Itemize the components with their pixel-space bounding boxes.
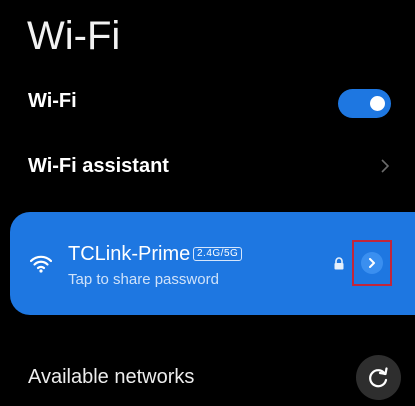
- network-details-button[interactable]: [352, 240, 392, 286]
- wifi-label: Wi-Fi: [28, 90, 77, 112]
- wifi-assistant-label: Wi-Fi assistant: [28, 155, 169, 177]
- refresh-icon: [369, 367, 388, 388]
- network-name: TCLink-Prime: [68, 243, 191, 265]
- connected-network-card[interactable]: TCLink-Prime 2.4G/5G Tap to share passwo…: [10, 212, 415, 315]
- toggle-knob: [370, 96, 385, 111]
- wifi-toggle[interactable]: [338, 89, 391, 118]
- details-circle: [361, 252, 383, 274]
- chevron-right-icon: [381, 159, 390, 173]
- refresh-button[interactable]: [356, 355, 401, 400]
- available-networks-title: Available networks: [28, 366, 195, 388]
- band-badge: 2.4G/5G: [193, 247, 243, 261]
- wifi-signal-icon: [30, 255, 52, 273]
- chevron-right-icon: [369, 258, 375, 268]
- network-subtitle: Tap to share password: [68, 271, 219, 288]
- lock-icon: [334, 257, 344, 270]
- page-title: Wi-Fi: [27, 14, 121, 58]
